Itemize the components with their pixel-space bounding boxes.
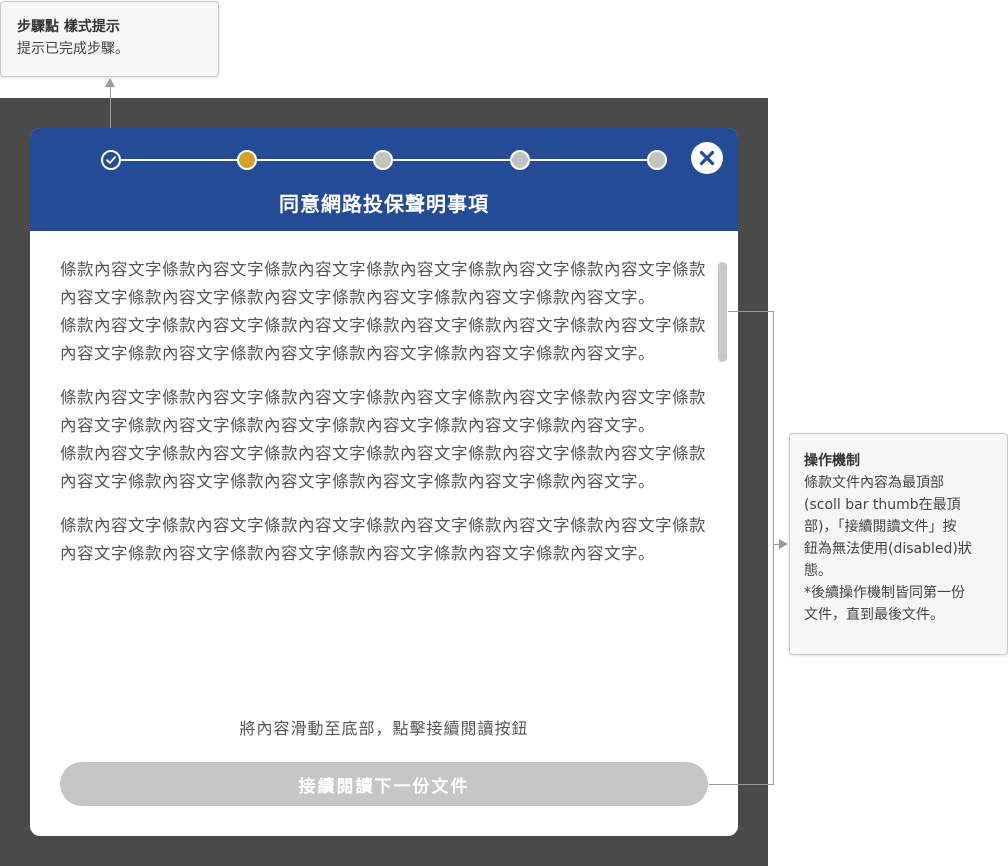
annotation-title: 操作機制 (804, 453, 860, 469)
scrollbar-thumb[interactable] (718, 262, 727, 362)
step-3 (373, 150, 393, 170)
annotation-title: 步驟點 樣式提示 (17, 19, 120, 35)
close-icon (699, 150, 715, 166)
annotation-arrow-icon (105, 78, 115, 87)
dialog-header: 同意網路投保聲明事項 (30, 128, 738, 231)
close-button[interactable] (691, 142, 723, 174)
terms-paragraph: 條款內容文字條款內容文字條款內容文字條款內容文字條款內容文字條款內容文字條款內容… (60, 260, 706, 363)
step-4 (510, 150, 530, 170)
agreement-dialog: 同意網路投保聲明事項 條款內容文字條款內容文字條款內容文字條款內容文字條款內容文… (30, 128, 738, 836)
dialog-title: 同意網路投保聲明事項 (279, 192, 489, 216)
annotation-operation: 操作機制 條款文件內容為最頂部 (scoll bar thumb在最頂 部)，「… (789, 433, 1008, 655)
annotation-connector (709, 784, 773, 785)
annotation-step-style: 步驟點 樣式提示 提示已完成步驟。 (0, 1, 219, 77)
terms-content[interactable]: 條款內容文字條款內容文字條款內容文字條款內容文字條款內容文字條款內容文字條款內容… (60, 256, 710, 697)
continue-reading-button[interactable]: 接續閱讀下一份文件 (60, 762, 708, 806)
annotation-body: 提示已完成步驟。 (17, 41, 129, 57)
terms-paragraph: 條款內容文字條款內容文字條款內容文字條款內容文字條款內容文字條款內容文字條款內容… (60, 516, 706, 563)
terms-paragraph: 條款內容文字條款內容文字條款內容文字條款內容文字條款內容文字條款內容文字條款內容… (60, 388, 706, 491)
annotation-connector (728, 311, 773, 312)
checkmark-icon (106, 156, 116, 164)
scroll-hint: 將內容滑動至底部，點擊接續閱讀按鈕 (239, 719, 529, 738)
step-1-completed (101, 150, 121, 170)
annotation-body: 條款文件內容為最頂部 (scoll bar thumb在最頂 部)，「接續閱讀文… (804, 475, 972, 623)
step-5 (647, 150, 667, 170)
annotation-arrow-icon (779, 539, 788, 549)
annotation-connector (773, 311, 774, 785)
step-2-current (237, 150, 257, 170)
